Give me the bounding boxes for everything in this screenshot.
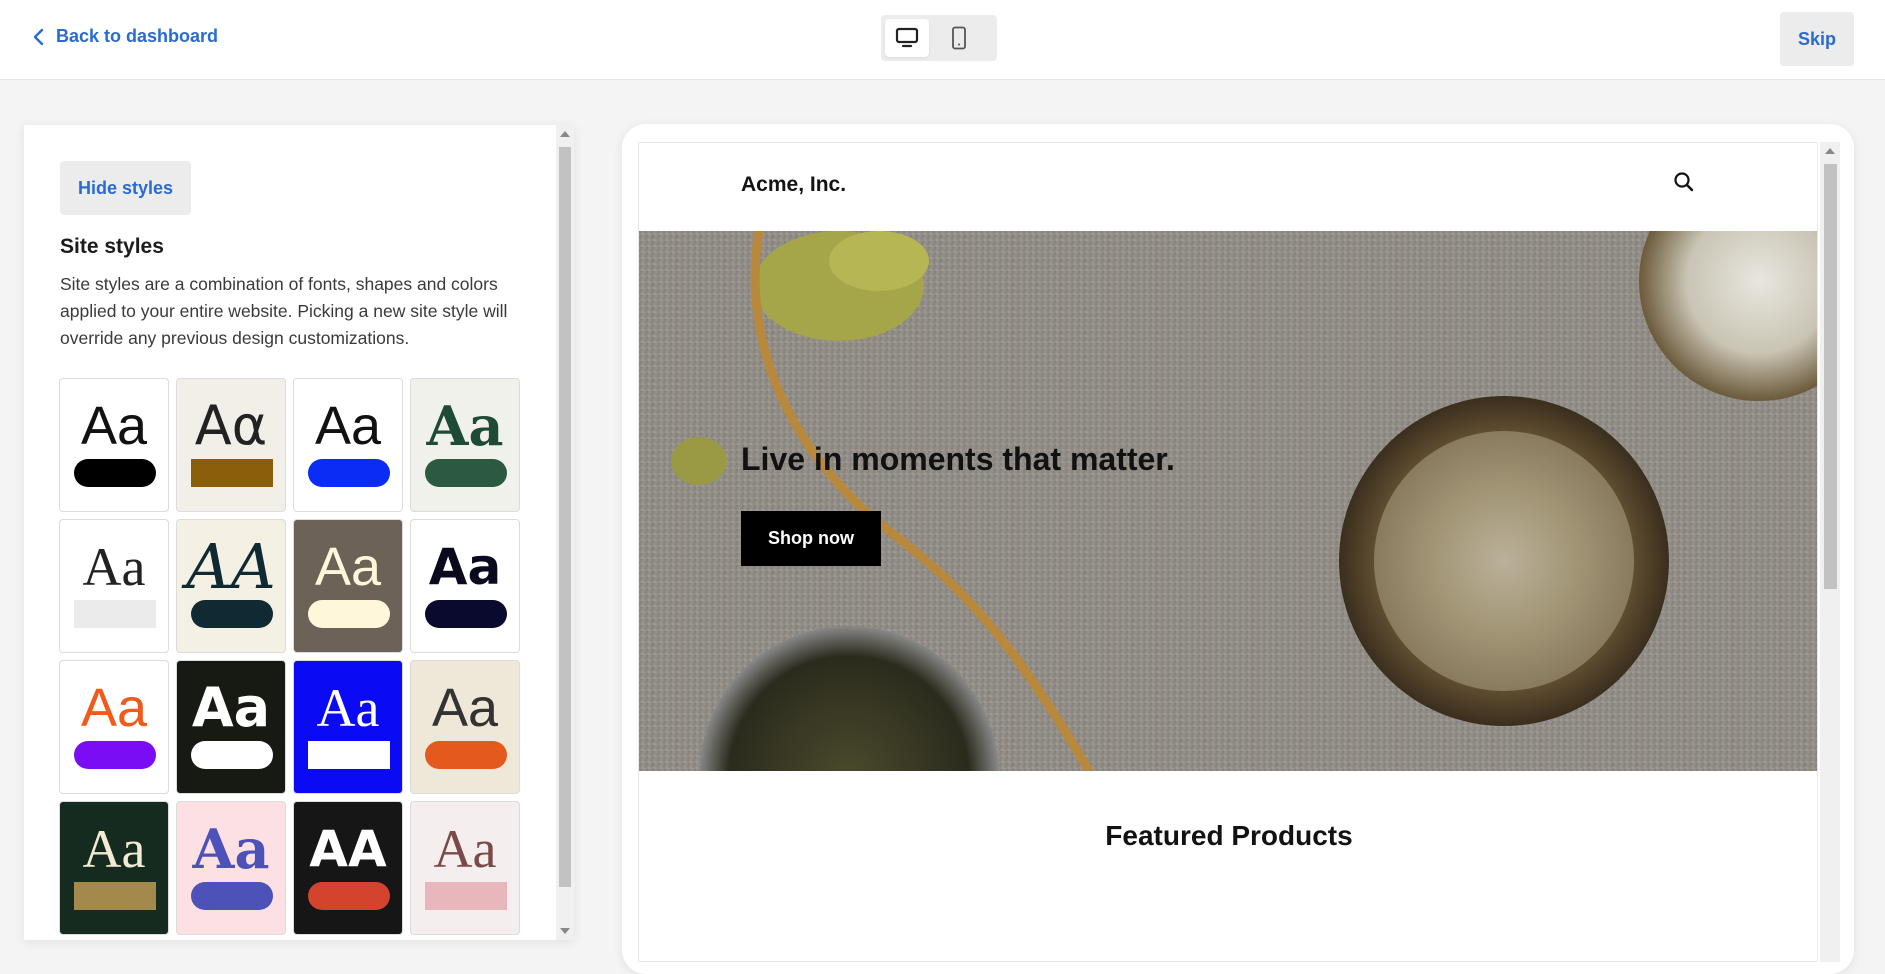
shop-now-button[interactable]: Shop now: [741, 511, 881, 566]
site-preview: Acme, Inc. Live in moments that matter. …: [638, 142, 1818, 962]
style-tile[interactable]: Aa: [293, 660, 403, 794]
style-button-sample: [191, 741, 273, 769]
style-font-sample: AA: [186, 530, 276, 603]
search-icon[interactable]: [1673, 171, 1695, 198]
site-preview-frame: Acme, Inc. Live in moments that matter. …: [622, 124, 1854, 974]
style-button-sample: [308, 600, 390, 628]
style-font-sample: Aa: [316, 678, 380, 738]
style-font-sample: Aa: [426, 394, 504, 458]
style-tile[interactable]: Aa: [176, 801, 286, 935]
desktop-icon: [895, 27, 919, 48]
style-font-sample: Aa: [192, 817, 270, 881]
style-tile[interactable]: Aa: [176, 660, 286, 794]
style-grid: Aa Aα Aa Aa Aa AA Aa Aa Aa Aa Aa Aa Aa Aa AA Aa: [59, 378, 521, 935]
style-font-sample: Aa: [82, 537, 146, 597]
skip-button[interactable]: Skip: [1780, 12, 1854, 66]
style-font-sample: Aa: [431, 678, 499, 738]
style-button-sample: [191, 882, 273, 910]
style-button-sample: [308, 459, 390, 487]
style-font-sample: Aa: [82, 819, 146, 879]
style-button-sample: [425, 882, 507, 910]
featured-products-heading: Featured Products: [1105, 820, 1353, 851]
preview-scrollbar-thumb[interactable]: [1824, 164, 1837, 589]
style-tile[interactable]: Aa: [59, 801, 169, 935]
style-tile[interactable]: AA: [176, 519, 286, 653]
style-tile[interactable]: Aa: [410, 519, 520, 653]
site-brand[interactable]: Acme, Inc.: [741, 173, 846, 197]
panel-title: Site styles: [60, 235, 164, 258]
scroll-up-arrow-icon[interactable]: [560, 131, 570, 137]
mobile-icon: [952, 26, 966, 50]
style-tile[interactable]: Aa: [410, 660, 520, 794]
style-button-sample: [425, 741, 507, 769]
style-button-sample: [191, 600, 273, 628]
hide-styles-button[interactable]: Hide styles: [60, 161, 191, 215]
back-to-dashboard-label: Back to dashboard: [56, 26, 219, 46]
style-button-sample: [74, 741, 156, 769]
style-tile[interactable]: Aa: [410, 378, 520, 512]
style-tile[interactable]: Aa: [59, 660, 169, 794]
style-tile[interactable]: Aa: [293, 519, 403, 653]
top-bar: Back to dashboard Skip: [0, 0, 1885, 80]
style-font-sample: Aa: [191, 676, 271, 739]
style-button-sample: [74, 882, 156, 910]
panel-scrollbar[interactable]: [556, 125, 574, 940]
hero-section: Live in moments that matter. Shop now: [639, 231, 1817, 771]
hero-title: Live in moments that matter.: [741, 441, 1175, 477]
panel-description: Site styles are a combination of fonts, …: [60, 274, 508, 348]
panel-scrollbar-thumb[interactable]: [559, 147, 571, 887]
style-button-sample: [191, 459, 273, 487]
style-font-sample: Aa: [80, 396, 148, 456]
style-tile[interactable]: Aa: [59, 378, 169, 512]
scroll-up-arrow-icon[interactable]: [1825, 148, 1835, 154]
style-tile[interactable]: Aα: [176, 378, 286, 512]
style-font-sample: Aa: [314, 537, 382, 597]
style-font-sample: Aa: [314, 396, 382, 456]
style-button-sample: [74, 459, 156, 487]
style-tile[interactable]: Aa: [410, 801, 520, 935]
preview-scrollbar[interactable]: [1820, 142, 1840, 962]
style-font-sample: Aa: [428, 538, 502, 596]
style-font-sample: Aα: [194, 394, 268, 457]
style-button-sample: [308, 741, 390, 769]
style-tile[interactable]: AA: [293, 801, 403, 935]
hero-image: [639, 231, 1817, 771]
style-tile[interactable]: Aa: [59, 519, 169, 653]
site-styles-panel: Hide styles Site styles Site styles are …: [24, 125, 574, 940]
style-button-sample: [425, 459, 507, 487]
back-to-dashboard-link[interactable]: Back to dashboard: [32, 26, 218, 47]
desktop-view-button[interactable]: [885, 19, 929, 57]
style-font-sample: AA: [309, 820, 387, 878]
style-tile[interactable]: Aa: [293, 378, 403, 512]
style-font-sample: Aa: [80, 678, 148, 738]
device-toggle: [881, 15, 997, 61]
chevron-left-icon: [33, 28, 44, 45]
scroll-down-arrow-icon[interactable]: [560, 928, 570, 934]
style-button-sample: [308, 882, 390, 910]
mobile-view-button[interactable]: [937, 19, 981, 57]
site-header: Acme, Inc.: [639, 143, 1817, 231]
style-button-sample: [74, 600, 156, 628]
style-button-sample: [425, 600, 507, 628]
style-font-sample: Aa: [433, 819, 497, 879]
